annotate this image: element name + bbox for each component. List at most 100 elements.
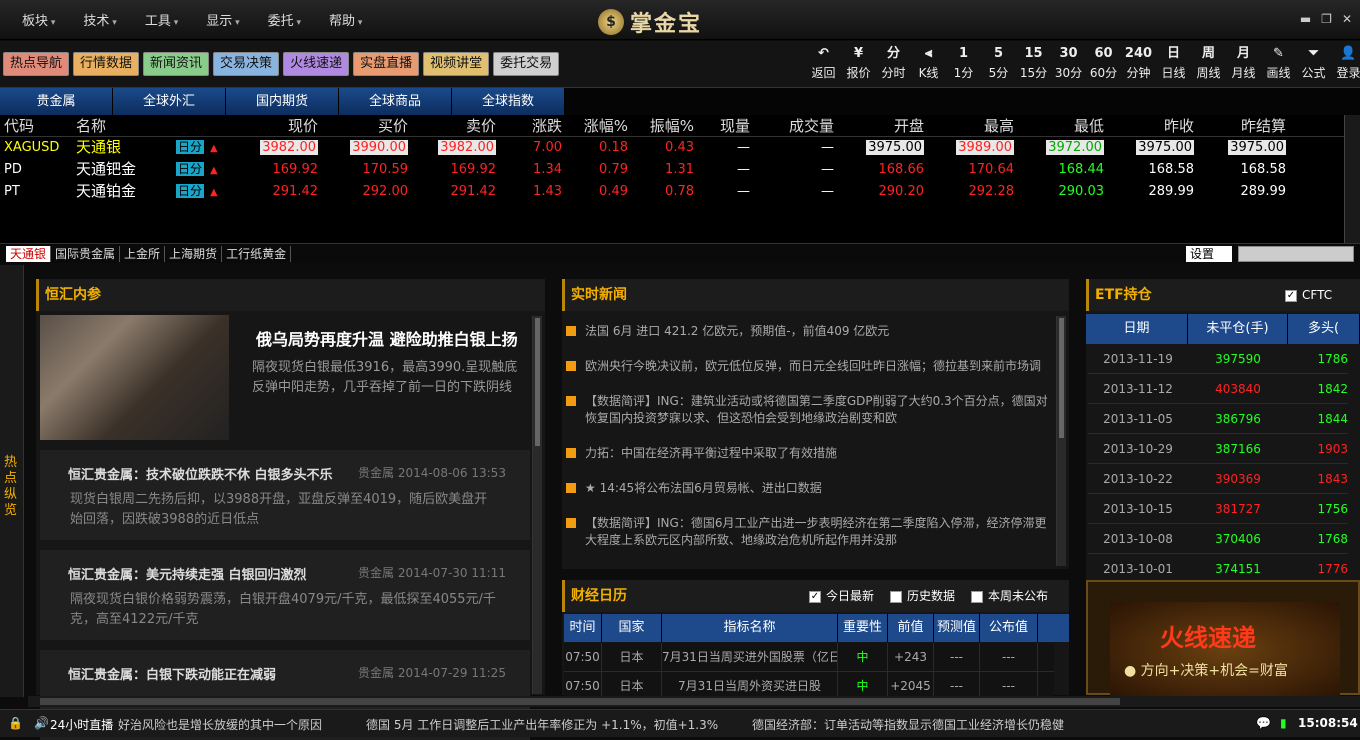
tool-11[interactable]: 周周线 — [1191, 43, 1226, 81]
etf-row[interactable]: 2013-11-05 386796 1844 — [1088, 404, 1348, 434]
market-tab-3[interactable]: 全球商品 — [339, 88, 452, 115]
calendar-col-header-5[interactable]: 预测值 — [934, 614, 980, 642]
news-item[interactable]: 恒汇贵金属：技术破位跌跌不休 白银多头不乐 贵金属 2014-08-06 13:5… — [40, 450, 530, 540]
calendar-col-header-1[interactable]: 国家 — [602, 614, 662, 642]
quote-tab-0[interactable]: 天通银 — [6, 246, 52, 262]
calendar-col-header-3[interactable]: 重要性 — [838, 614, 888, 642]
news-item-title[interactable]: 恒汇贵金属：白银下跌动能正在减弱 — [68, 664, 276, 683]
page-horizontal-scrollbar[interactable] — [28, 696, 1360, 707]
realtime-news-item[interactable]: 法国 6月 进口 421.2 亿欧元，预期值-，前值409 亿欧元 — [566, 323, 1056, 340]
tool-4[interactable]: 1 1分 — [946, 43, 981, 81]
minimize-icon[interactable]: ▬ — [1300, 12, 1311, 26]
quote-tab-4[interactable]: 工行纸黄金 — [222, 246, 292, 262]
calendar-row[interactable]: 07:50 日本 7月31日当周买进外国股票（亿日元中 +243 --- --- — [564, 643, 1054, 672]
tool-7[interactable]: 30 30分 — [1051, 43, 1086, 81]
menu-item-4[interactable]: 委托 — [254, 10, 315, 29]
tool-12[interactable]: 月月线 — [1226, 43, 1261, 81]
etf-row[interactable]: 2013-10-08 370406 1768 — [1088, 524, 1348, 554]
quote-tab-1[interactable]: 国际贵金属 — [51, 246, 121, 262]
tool-6[interactable]: 15 15分 — [1016, 43, 1051, 81]
news-item-title[interactable]: 恒汇贵金属：技术破位跌跌不休 白银多头不乐 — [68, 464, 333, 483]
realtime-news-item[interactable]: 【数据简评】ING：德国6月工业产出进一步表明经济在第二季度陷入停滞，经济停滞更… — [566, 515, 1056, 549]
period-tag[interactable]: 日分 — [176, 139, 205, 154]
quote-col-header-3[interactable]: 买价 — [318, 115, 408, 136]
menu-item-2[interactable]: 工具 — [131, 10, 192, 29]
quote-col-header-10[interactable]: 开盘 — [834, 115, 924, 136]
calendar-col-header-2[interactable]: 指标名称 — [662, 614, 838, 642]
tool-13[interactable]: ✎ 画线 — [1261, 43, 1296, 81]
featured-news-title[interactable]: 俄乌局势再度升温 避险助推白银上扬 — [256, 326, 518, 350]
etf-col-header-2[interactable]: 多头( — [1288, 314, 1360, 344]
calendar-filter-1[interactable]: 历史数据 — [890, 580, 955, 612]
news-item[interactable]: 恒汇贵金属：美元持续走强 白银回归激烈 贵金属 2014-07-30 11:11 隔… — [40, 550, 530, 640]
chat-icon[interactable]: 💬 — [1256, 716, 1271, 730]
settings-button[interactable]: 设置 — [1186, 246, 1232, 262]
etf-row[interactable]: 2013-11-12 403840 1842 — [1088, 374, 1348, 404]
etf-row[interactable]: 2013-10-22 390369 1843 — [1088, 464, 1348, 494]
market-tab-4[interactable]: 全球指数 — [452, 88, 565, 115]
menu-item-0[interactable]: 板块 — [8, 10, 69, 29]
quick-button-0[interactable]: 热点导航 — [3, 52, 70, 76]
calendar-filter-2[interactable]: 本周未公布 — [971, 580, 1048, 612]
lock-icon[interactable]: 🔒 — [8, 716, 23, 730]
tool-1[interactable]: ¥ 报价 — [841, 43, 876, 81]
quote-col-header-11[interactable]: 最高 — [924, 115, 1014, 136]
featured-news-image[interactable] — [40, 315, 229, 440]
calendar-filter-0[interactable]: ✓ 今日最新 — [809, 580, 874, 612]
market-tab-1[interactable]: 全球外汇 — [113, 88, 226, 115]
quote-row[interactable]: XAGUSD 天通银 日分 ▲ 3982.00 3990.00 3982.00 7.00 0.1… — [0, 137, 1344, 159]
maximize-icon[interactable]: ❐ — [1321, 12, 1332, 26]
calendar-col-header-0[interactable]: 时间 — [564, 614, 602, 642]
quote-col-header-12[interactable]: 最低 — [1014, 115, 1104, 136]
quick-button-4[interactable]: 火线速递 — [283, 52, 350, 76]
etf-row[interactable]: 2013-10-15 381727 1756 — [1088, 494, 1348, 524]
quote-col-header-9[interactable]: 成交量 — [750, 115, 834, 136]
quick-button-6[interactable]: 视频讲堂 — [423, 52, 490, 76]
ticker-2[interactable]: 德国 5月 工作日调整后工业产出年率修正为 +1.1%，初值+1.3% — [366, 716, 718, 733]
side-panel-toggle[interactable]: 热点纵览 — [0, 265, 24, 697]
quick-button-5[interactable]: 实盘直播 — [353, 52, 420, 76]
realtime-news-item[interactable]: 力拓：中国在经济再平衡过程中采取了有效措施 — [566, 445, 1056, 462]
realtime-news-item[interactable]: 欧洲央行今晚决议前，欧元低位反弹，而日元全线回吐昨日涨幅；德拉基到来前市场调 — [566, 358, 1056, 375]
tool-14[interactable]: ⏷ 公式 — [1296, 43, 1331, 81]
promo-banner[interactable]: 火线速递 ● 方向+决策+机会=财富 — [1086, 580, 1360, 697]
ticker-3[interactable]: 德国经济部：订单活动等指数显示德国工业经济增长仍稳健 — [752, 716, 1064, 733]
quote-col-header-0[interactable]: 代码 — [0, 115, 72, 136]
scroll-thumb[interactable] — [535, 318, 540, 446]
menu-item-3[interactable]: 显示 — [192, 10, 253, 29]
research-scrollbar[interactable] — [532, 316, 542, 694]
etf-row[interactable]: 2013-10-29 387166 1903 — [1088, 434, 1348, 464]
quote-col-header-7[interactable]: 振幅% — [628, 115, 694, 136]
tool-10[interactable]: 日日线 — [1156, 43, 1191, 81]
quote-col-header-1[interactable]: 名称 — [72, 115, 176, 136]
calendar-col-header-4[interactable]: 前值 — [888, 614, 934, 642]
quote-col-header-4[interactable]: 卖价 — [408, 115, 496, 136]
tool-0[interactable]: ↶ 返回 — [806, 43, 841, 81]
quick-button-7[interactable]: 委托交易 — [493, 52, 560, 76]
news-scrollbar[interactable] — [1056, 316, 1066, 566]
close-icon[interactable]: ✕ — [1342, 12, 1352, 26]
menu-item-1[interactable]: 技术 — [69, 10, 130, 29]
tool-2[interactable]: 分分时 — [876, 43, 911, 81]
quote-row[interactable]: PD 天通钯金 日分 ▲ 169.92 170.59 169.92 1.34 0.79 1.31 —… — [0, 159, 1344, 181]
tool-3[interactable]: ⫷ K线 — [911, 43, 946, 81]
etf-row[interactable]: 2013-11-19 397590 1786 — [1088, 344, 1348, 374]
quote-col-header-14[interactable]: 昨结算 — [1194, 115, 1286, 136]
market-tab-2[interactable]: 国内期货 — [226, 88, 339, 115]
live-label[interactable]: 24小时直播 — [50, 716, 113, 733]
quote-col-header-2[interactable]: 现价 — [176, 115, 318, 136]
scroll-thumb[interactable] — [40, 698, 1120, 705]
quote-horizontal-scrollbar[interactable] — [1238, 246, 1354, 262]
tool-8[interactable]: 60 60分 — [1086, 43, 1121, 81]
etf-col-header-0[interactable]: 日期 — [1086, 314, 1188, 344]
ticker-1[interactable]: 好治风险也是增长放缓的其中一个原因 — [118, 716, 322, 733]
realtime-news-item[interactable]: 【数据简评】ING：建筑业活动或将德国第二季度GDP削弱了大约0.3个百分点，德… — [566, 393, 1056, 427]
period-tag[interactable]: 日分 — [176, 161, 205, 176]
quote-scrollbar[interactable] — [1344, 115, 1360, 243]
quote-row[interactable]: PT 天通铂金 日分 ▲ 291.42 292.00 291.42 1.43 0.49 0.78 —… — [0, 181, 1344, 203]
news-item-title[interactable]: 恒汇贵金属：美元持续走强 白银回归激烈 — [68, 564, 307, 583]
realtime-news-item[interactable]: ★ 14:45将公布法国6月贸易帐、进出口数据 — [566, 480, 1056, 497]
quick-button-1[interactable]: 行情数据 — [73, 52, 140, 76]
tool-5[interactable]: 5 5分 — [981, 43, 1016, 81]
calendar-col-header-6[interactable]: 公布值 — [980, 614, 1038, 642]
